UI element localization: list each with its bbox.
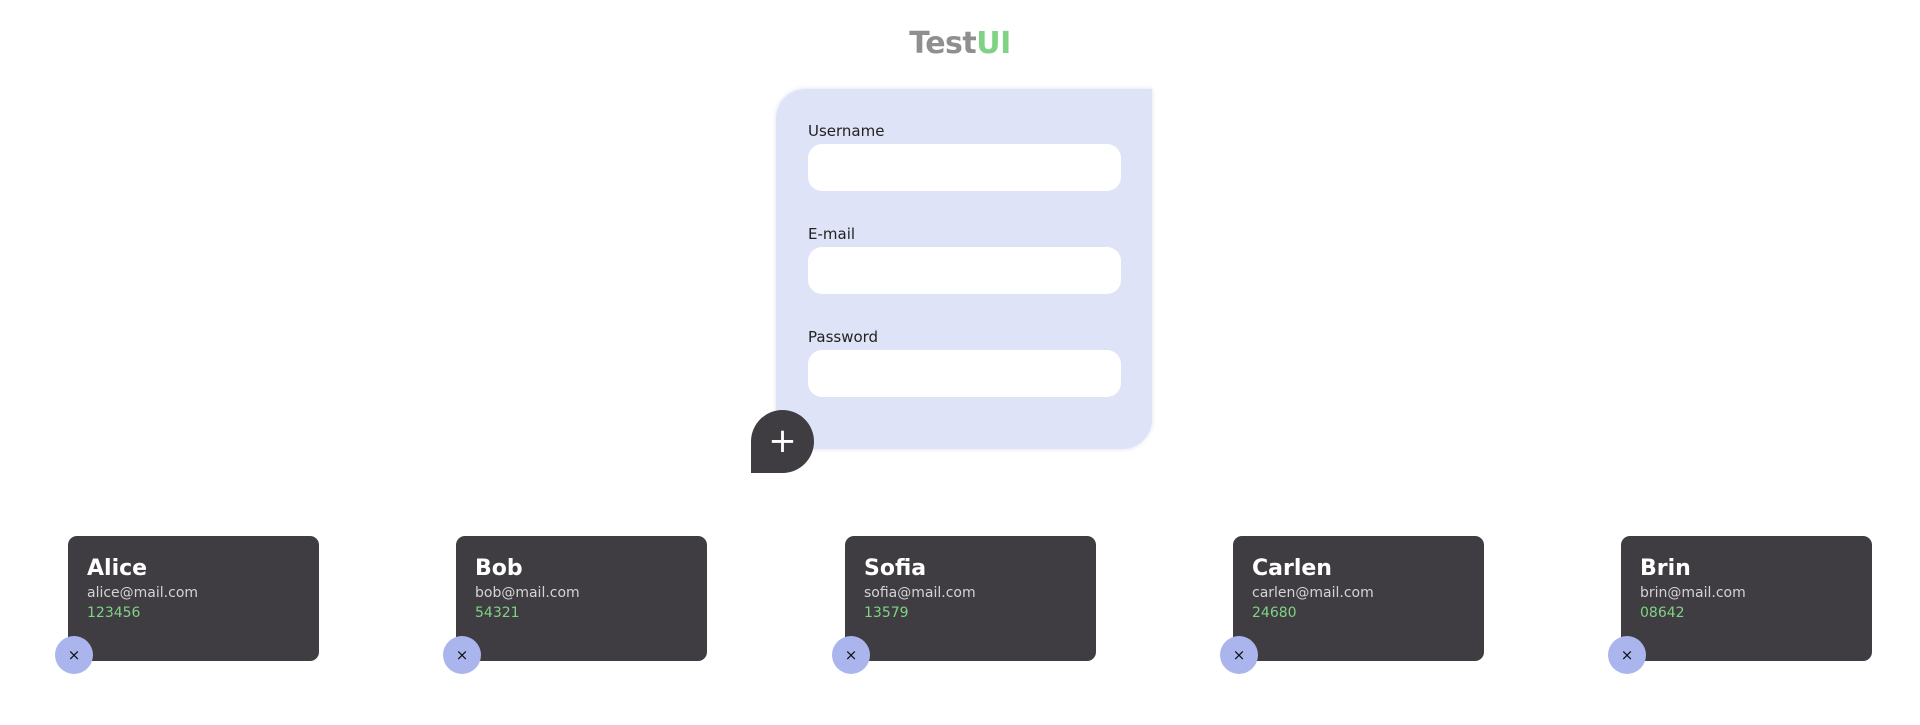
email-field-group: E-mail [808, 223, 1121, 294]
username-field-group: Username [808, 120, 1121, 191]
delete-user-button[interactable]: × [55, 636, 93, 674]
email-label: E-mail [808, 225, 856, 243]
user-name: Carlen [1252, 556, 1332, 581]
delete-user-button[interactable]: × [1220, 636, 1258, 674]
password-label: Password [808, 328, 879, 346]
add-user-button[interactable]: + [751, 410, 814, 473]
user-email: sofia@mail.com [864, 585, 976, 601]
user-name: Bob [475, 556, 523, 581]
user-email: brin@mail.com [1640, 585, 1746, 601]
username-input[interactable] [808, 144, 1121, 191]
user-email: alice@mail.com [87, 585, 199, 601]
app-logo: TestUI [0, 26, 1920, 62]
close-icon: × [455, 646, 469, 664]
password-field-group: Password [808, 326, 1121, 397]
user-card: Alice alice@mail.com 123456 × [55, 536, 319, 674]
user-name: Brin [1640, 556, 1691, 581]
user-password: 13579 [864, 605, 909, 621]
user-card: Bob bob@mail.com 54321 × [443, 536, 707, 674]
delete-user-button[interactable]: × [1608, 636, 1646, 674]
close-icon: × [1620, 646, 1634, 664]
close-icon: × [844, 646, 858, 664]
user-card: Sofia sofia@mail.com 13579 × [832, 536, 1096, 674]
page: TestUI Username E-mail Password + Alice … [0, 0, 1920, 725]
add-user-form: Username E-mail Password [776, 89, 1152, 449]
password-input[interactable] [808, 350, 1121, 397]
username-label: Username [808, 122, 885, 140]
user-password: 54321 [475, 605, 520, 621]
logo-text-primary: Test [909, 26, 977, 61]
user-name: Sofia [864, 556, 927, 581]
plus-icon: + [768, 421, 797, 461]
user-email: carlen@mail.com [1252, 585, 1374, 601]
user-email: bob@mail.com [475, 585, 580, 601]
close-icon: × [67, 646, 81, 664]
email-input[interactable] [808, 247, 1121, 294]
delete-user-button[interactable]: × [443, 636, 481, 674]
user-name: Alice [87, 556, 148, 581]
close-icon: × [1232, 646, 1246, 664]
delete-user-button[interactable]: × [832, 636, 870, 674]
logo-text-accent: UI [976, 26, 1011, 61]
user-card: Carlen carlen@mail.com 24680 × [1220, 536, 1484, 674]
user-password: 123456 [87, 605, 141, 621]
user-card: Brin brin@mail.com 08642 × [1608, 536, 1872, 674]
user-password: 24680 [1252, 605, 1297, 621]
user-password: 08642 [1640, 605, 1685, 621]
